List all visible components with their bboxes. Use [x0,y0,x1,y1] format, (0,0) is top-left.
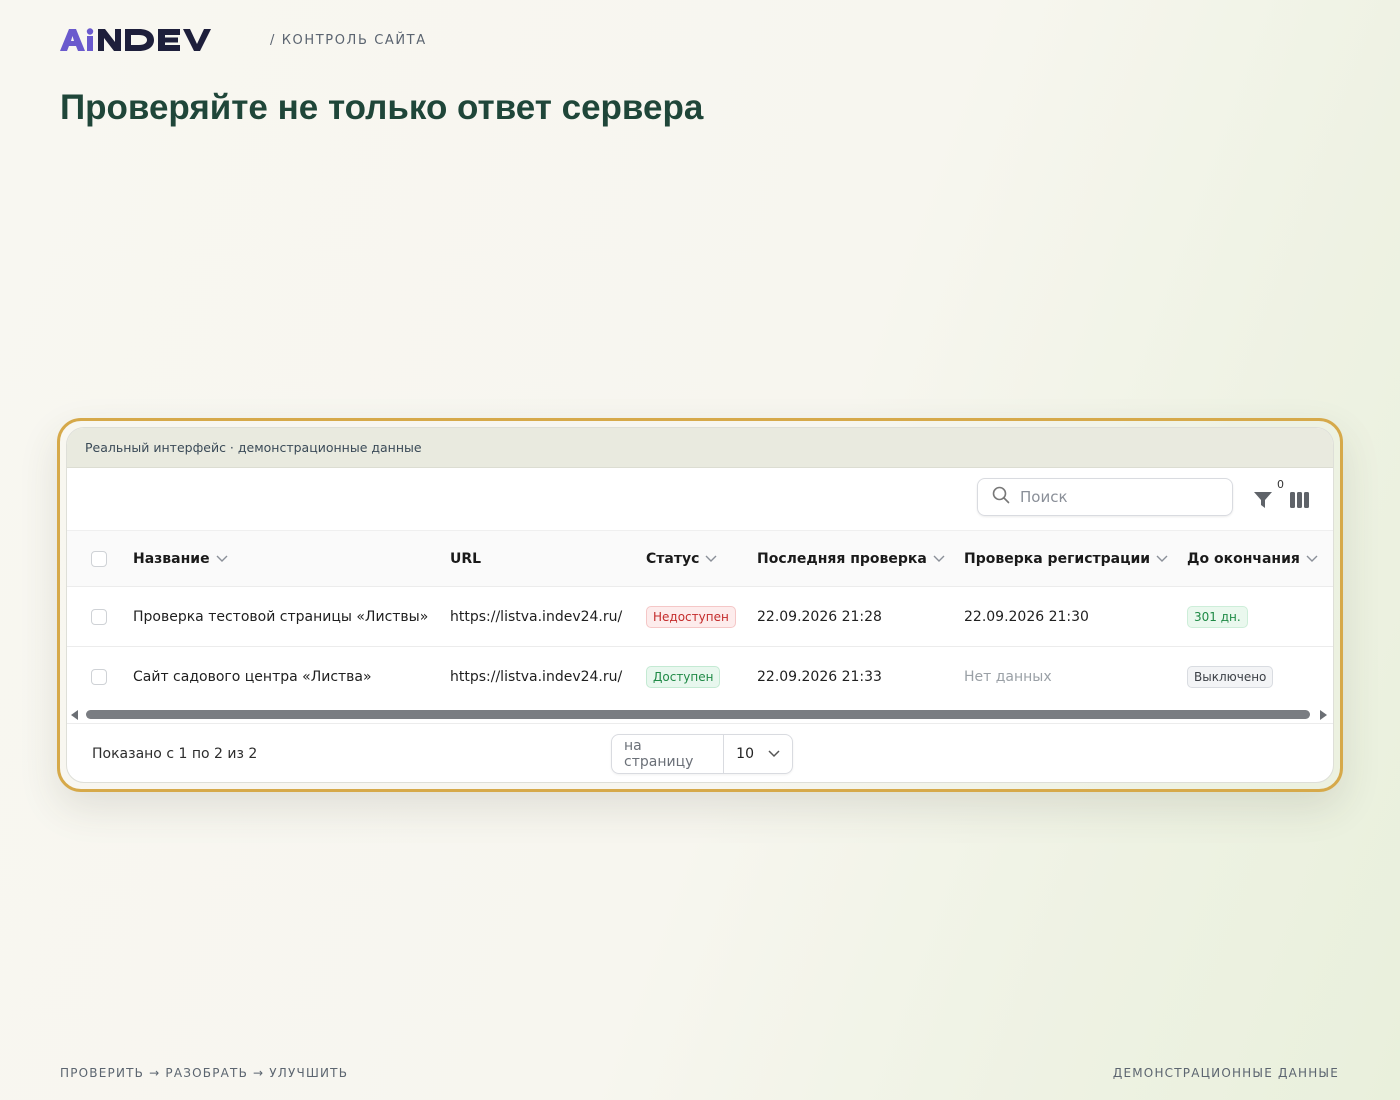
until-end-cell: Выключено [1187,647,1333,707]
top-bar: / КОНТРОЛЬ САЙТА [60,26,427,54]
table-footer: Показано с 1 по 2 из 2 на страницу 10 [67,722,1333,783]
columns-icon[interactable] [1290,491,1310,509]
chevron-down-icon [705,551,717,567]
column-label: Статус [646,550,700,567]
column-label: Последняя проверка [757,550,927,567]
scroll-left-arrow-icon[interactable] [71,709,78,720]
status-badge: Доступен [646,665,721,688]
column-header-last-check[interactable]: Последняя проверка [757,531,964,587]
table-row[interactable]: Проверка тестовой страницы «Листвы» http… [67,587,1333,647]
per-page-control[interactable]: на страницу 10 [611,733,793,774]
reg-check: 22.09.2026 21:30 [964,608,1089,625]
site-url[interactable]: https://listva.indev24.ru/ [450,587,646,647]
per-page-value: 10 [736,745,754,762]
row-checkbox[interactable] [91,608,107,625]
status-badge: Недоступен [646,605,736,628]
chevron-down-icon [1306,551,1318,567]
chevron-down-icon [1156,551,1168,567]
per-page-select[interactable]: 10 [724,735,792,773]
column-label: URL [450,550,482,567]
chevron-down-icon [768,746,780,762]
filter-count-badge: 0 [1275,478,1286,491]
filter-icon[interactable] [1253,490,1273,510]
demo-frame: Реальный интерфейс · демонстрационные да… [57,418,1343,792]
site-name[interactable]: Проверка тестовой страницы «Листвы» [133,587,450,647]
select-all-checkbox[interactable] [91,550,107,567]
scroll-thumb[interactable] [86,709,1310,719]
demo-data-note: ДЕМОНСТРАЦИОННЫЕ ДАННЫЕ [1112,1066,1339,1080]
reg-check: Нет данных [964,668,1052,685]
until-end-cell: 301 дн. [1187,587,1333,647]
row-select-cell [67,647,133,707]
column-header-url: URL [450,531,646,587]
aindev-logo[interactable] [60,26,242,54]
pagination-summary: Показано с 1 по 2 из 2 [92,745,258,762]
column-label: Проверка регистрации [964,550,1151,567]
chevron-down-icon [216,551,228,567]
status-cell: Недоступен [646,587,757,647]
logo-wordmark [60,28,211,51]
column-header-reg-check[interactable]: Проверка регистрации [964,531,1187,587]
column-header-status[interactable]: Статус [646,531,757,587]
horizontal-scrollbar[interactable] [67,706,1333,723]
column-label: Название [133,550,210,567]
last-check: 22.09.2026 21:33 [757,668,882,685]
row-checkbox[interactable] [91,668,107,685]
site-name[interactable]: Сайт садового центра «Листва» [133,647,450,707]
section-label: / КОНТРОЛЬ САЙТА [270,32,427,48]
site-url[interactable]: https://listva.indev24.ru/ [450,647,646,707]
column-header-name[interactable]: Название [133,531,450,587]
last-check: 22.09.2026 21:28 [757,608,882,625]
table-header-row: Название URL Статус Последняя проверка П… [67,530,1333,587]
per-page-label: на страницу [612,734,725,773]
select-all-cell [67,531,133,587]
days-badge: 301 дн. [1187,605,1248,628]
sites-table: Название URL Статус Последняя проверка П… [67,530,1333,707]
status-cell: Доступен [646,647,757,707]
search-input[interactable] [1018,487,1222,507]
chevron-down-icon [933,551,945,567]
search-box[interactable] [977,478,1233,516]
table-row[interactable]: Сайт садового центра «Листва» https://li… [67,647,1333,707]
column-header-until-end[interactable]: До окончания [1187,531,1333,587]
disabled-badge: Выключено [1187,665,1274,688]
search-icon [992,486,1010,509]
row-select-cell [67,587,133,647]
panel-caption: Реальный интерфейс · демонстрационные да… [67,428,1333,468]
scroll-right-arrow-icon[interactable] [1320,709,1327,720]
process-tagline: ПРОВЕРИТЬ → РАЗОБРАТЬ → УЛУЧШИТЬ [60,1066,349,1080]
demo-panel: Реальный интерфейс · демонстрационные да… [66,427,1334,783]
column-label: До окончания [1187,550,1300,567]
table-toolbar: 0 [67,468,1333,530]
page-headline: Проверяйте не только ответ сервера [60,88,704,127]
